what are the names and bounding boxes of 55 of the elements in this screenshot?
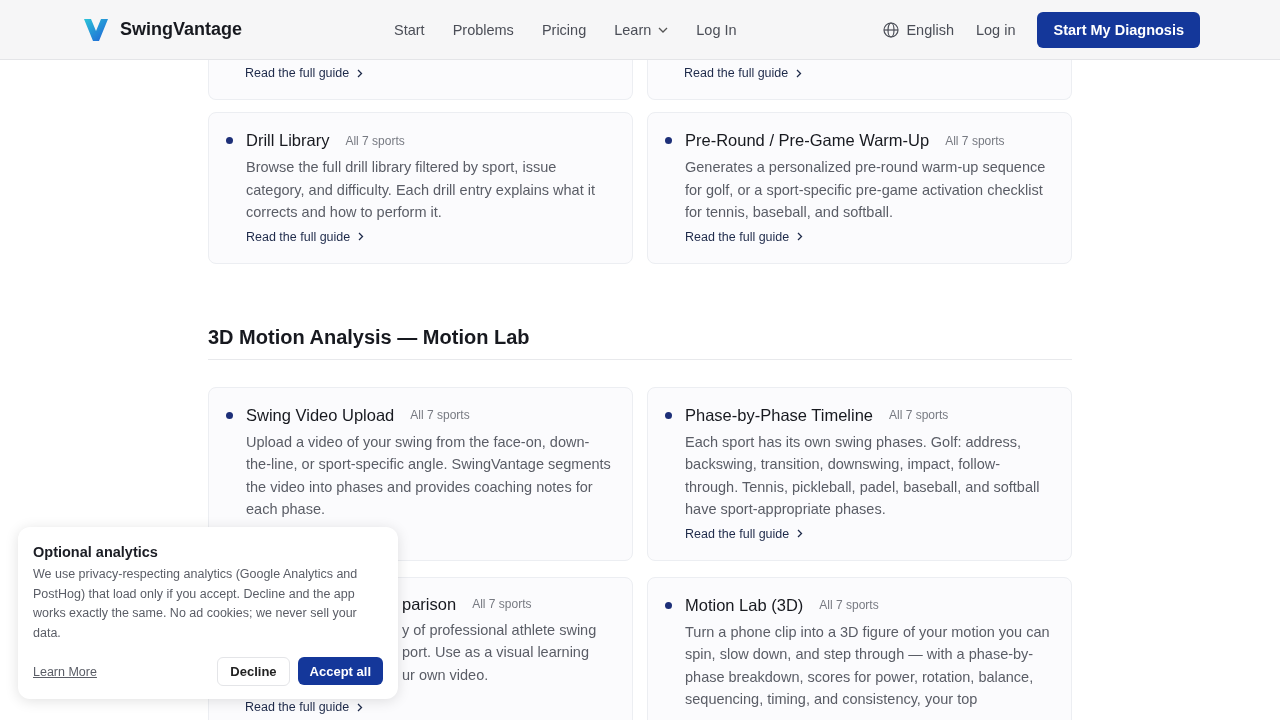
sport-label: All 7 sports <box>410 408 470 422</box>
feature-title: Swing Video Upload <box>246 405 395 425</box>
feature-title: Pre-Round / Pre-Game Warm-Up <box>685 131 930 150</box>
feature-description: Upload a video of your swing from the face-on, down-the-line, or sport-specific angle. SwingVantage segments the video into phases and provides coaching notes for each phase. <box>246 432 612 519</box>
sport-label: All 7 sports <box>819 598 879 612</box>
nav-link[interactable]: Start <box>394 21 425 38</box>
chevron-right-icon <box>796 68 803 78</box>
language-selector[interactable]: English <box>883 21 954 38</box>
bullet-dot <box>665 601 672 609</box>
read-guide-link[interactable]: Read the full guide <box>245 66 364 80</box>
brand-name[interactable]: SwingVantage <box>120 19 243 40</box>
chevron-right-icon <box>358 232 365 241</box>
logo-icon <box>84 18 108 41</box>
read-guide-link[interactable]: Read the full guide <box>685 229 804 244</box>
decline-button[interactable]: Decline <box>217 657 290 686</box>
feature-description: Generates a personalized pre-round warm-up sequence for golf, or a sport-specific pre-game activation checklist for tennis, baseball, and softball. <box>685 158 1047 222</box>
start-diagnosis-button[interactable]: Start My Diagnosis <box>1037 11 1200 48</box>
chevron-right-icon <box>357 702 364 712</box>
read-guide-link[interactable]: Read the full guide <box>684 66 803 80</box>
sport-label: All 7 sports <box>345 133 405 148</box>
chevron-right-icon <box>797 529 804 538</box>
feature-description: Browse the full drill library filtered by sport, issue category, and difficulty. Each drill entry explains what it corrects and how to perform it. <box>246 158 596 222</box>
chevron-right-icon <box>797 232 804 241</box>
nav-menu[interactable]: Learn <box>614 21 669 38</box>
nav-link[interactable]: Problems <box>452 21 514 38</box>
accept-button[interactable]: Accept all <box>297 657 383 685</box>
bullet-dot <box>665 137 672 144</box>
sport-label: All 7 sports <box>945 133 1005 148</box>
read-guide-link[interactable]: Read the full guide <box>245 700 364 714</box>
login-link[interactable]: Log in <box>975 21 1016 38</box>
feature-title: Phase-by-Phase Timeline <box>685 405 873 425</box>
feature-title: Drill Library <box>246 131 330 150</box>
feature-description: ur own video. <box>402 665 490 685</box>
sport-label: All 7 sports <box>472 597 532 611</box>
read-guide-link[interactable]: Read the full guide <box>246 229 365 244</box>
nav-link[interactable]: Log In <box>696 21 737 38</box>
chevron-down-icon <box>658 26 669 33</box>
feature-title: parison <box>402 594 457 614</box>
bullet-dot <box>665 411 672 419</box>
feature-description: port. Use as a visual learning <box>402 643 590 662</box>
section-heading: 3D Motion Analysis — Motion Lab <box>208 325 531 349</box>
consent-title: Optional analytics <box>33 544 159 560</box>
sport-label: All 7 sports <box>889 408 949 422</box>
read-guide-link[interactable]: Read the full guide <box>685 526 804 541</box>
bullet-dot <box>226 411 233 419</box>
nav-link[interactable]: Pricing <box>541 21 587 38</box>
globe-icon <box>883 21 900 38</box>
feature-description: Each sport has its own swing phases. Golf: address, backswing, transition, downswing, impact, follow-through. Tennis, pickleball, padel, baseball, and softball have sport-appropriate phases. <box>685 432 1041 519</box>
bullet-dot <box>226 137 233 144</box>
learn-more-link[interactable]: Learn More <box>33 664 97 679</box>
feature-description: Turn a phone clip into a 3D figure of your motion you can spin, slow down, and step through — with a phase-by-phase breakdown, scores for power, rotation, balance, sequencing, timing, and consistency, your top <box>685 622 1051 709</box>
chevron-right-icon <box>357 68 364 78</box>
consent-text: We use privacy-respecting analytics (Google Analytics and PostHog) that load only if you accept. Decline and the app works exactly the same. No ad cookies; we never sell your data. <box>33 566 359 642</box>
feature-description: y of professional athlete swing <box>402 620 598 640</box>
feature-title: Motion Lab (3D) <box>685 595 804 615</box>
